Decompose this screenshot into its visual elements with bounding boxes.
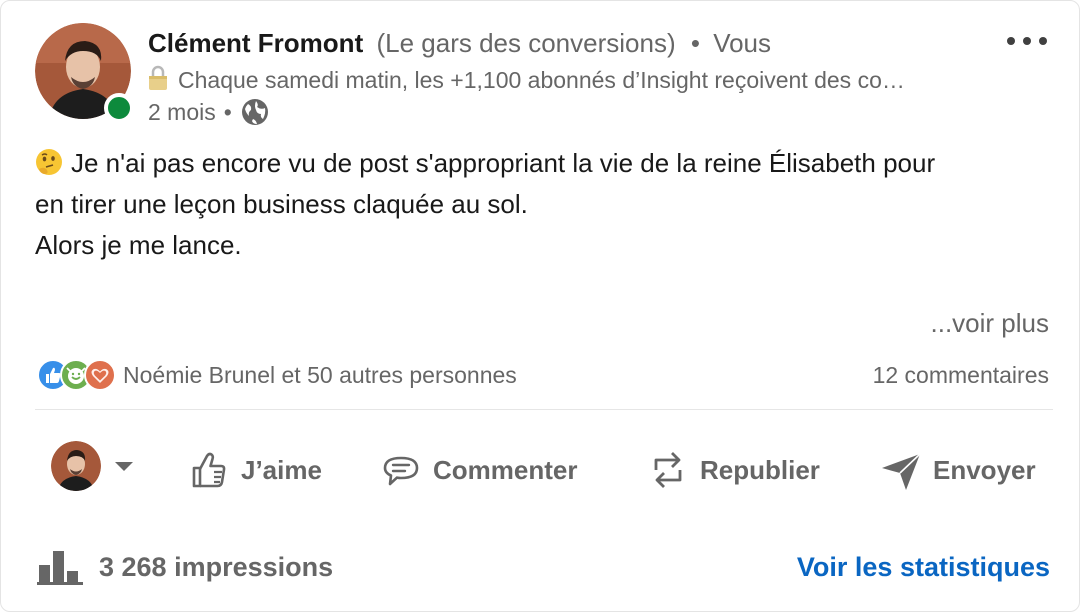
thumbs-up-icon <box>192 452 226 488</box>
author-headline: Chaque samedi matin, les +1,100 abonnés … <box>148 65 978 94</box>
divider <box>35 409 1053 410</box>
post-line-1: Je n'ai pas encore vu de post s'appropri… <box>35 143 1055 184</box>
send-icon <box>882 453 921 490</box>
author-tagline: (Le gars des conversions) <box>376 28 676 58</box>
comment-button[interactable]: Commenter <box>379 445 577 495</box>
post-line-1-text: Je n'ai pas encore vu de post s'appropri… <box>71 148 936 178</box>
author-avatar[interactable] <box>35 23 134 123</box>
reactions-summary[interactable]: Noémie Brunel et 50 autres personnes <box>37 359 517 391</box>
actor-selector[interactable] <box>51 441 135 491</box>
view-stats-link[interactable]: Voir les statistiques <box>797 552 1050 583</box>
repost-icon <box>654 452 682 488</box>
love-icon <box>84 359 116 391</box>
post-line-3: Alors je me lance. <box>35 230 242 260</box>
reaction-icons <box>37 359 117 391</box>
meta-dot: • <box>223 98 232 125</box>
send-button[interactable]: Envoyer <box>879 445 1036 495</box>
impressions: 3 268 impressions <box>37 549 333 585</box>
author-relation: Vous <box>713 28 772 58</box>
lock-icon <box>149 65 167 90</box>
globe-icon <box>241 99 268 125</box>
post-line-2: en tirer une leçon business claquée au s… <box>35 189 528 219</box>
post-time[interactable]: 2 mois <box>148 99 216 126</box>
separator-dot: • <box>690 28 700 58</box>
repost-label: Republier <box>700 454 820 485</box>
send-label: Envoyer <box>933 454 1036 485</box>
more-options-icon[interactable] <box>1001 29 1053 53</box>
post-card: Clément Fromont (Le gars des conversions… <box>0 0 1080 612</box>
see-more-link[interactable]: ...voir plus <box>931 308 1050 339</box>
post-body: Je n'ai pas encore vu de post s'appropri… <box>35 143 1055 266</box>
reactions-text: Noémie Brunel et 50 autres personnes <box>123 361 517 388</box>
comments-count[interactable]: 12 commentaires <box>873 362 1049 389</box>
comment-icon <box>383 456 419 486</box>
impressions-count: 3 268 impressions <box>99 551 334 582</box>
repost-button[interactable]: Republier <box>646 445 820 495</box>
online-status-dot <box>104 93 134 123</box>
post-meta: 2 mois • <box>148 97 270 127</box>
thinking-face-emoji <box>36 149 62 175</box>
like-label: J’aime <box>241 454 322 485</box>
author-name[interactable]: Clément Fromont <box>148 28 363 58</box>
avatar <box>51 441 101 491</box>
comment-label: Commenter <box>433 454 578 485</box>
like-button[interactable]: J’aime <box>187 445 322 495</box>
headline-text: Chaque samedi matin, les +1,100 abonnés … <box>178 67 905 93</box>
caret-down-icon <box>115 462 133 471</box>
bar-chart-icon <box>37 551 83 585</box>
author-line: Clément Fromont (Le gars des conversions… <box>148 28 771 59</box>
